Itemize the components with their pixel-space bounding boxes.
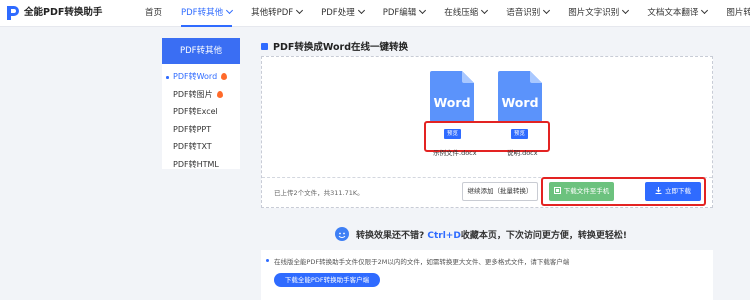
sidebar-item-label: PDF转Excel [173, 107, 218, 116]
brand-logo[interactable]: 全能PDF转换助手 [6, 5, 102, 21]
notice-text: 在线版全能PDF转换助手文件仅限于2M以内的文件，如需转换更大文件、更多格式文件… [274, 258, 570, 266]
nav-label: 图片文字识别 [568, 8, 620, 18]
upload-area: Word Word 预览 预览 示例文件.docx 说明.docx 已上传2个文… [261, 56, 713, 208]
sidebar-item-pdf-to-txt[interactable]: PDF转TXT [162, 138, 240, 156]
sidebar-item-pdf-to-ppt[interactable]: PDF转PPT [162, 121, 240, 139]
nav-label: 在线压缩 [444, 8, 479, 18]
hot-flame-icon [221, 73, 228, 80]
sidebar-item-pdf-to-image[interactable]: PDF转图片 [162, 86, 240, 104]
smile-icon [335, 227, 349, 241]
active-dot-icon [166, 76, 169, 79]
upload-stats: 已上传2个文件，共311.71K。 [274, 189, 364, 197]
sidebar-item-label: PDF转PPT [173, 124, 212, 134]
nav-item-image-convert[interactable]: 图片转换 [726, 0, 750, 27]
main-content: PDF转换成Word在线一键转换 Word Word 预览 预览 示例文件.do… [256, 37, 718, 300]
download-to-phone-button[interactable]: 下载文件至手机 [549, 182, 614, 201]
phone-icon [553, 187, 561, 194]
file-item: Word [430, 71, 478, 122]
nav-item-pdf-to-other[interactable]: PDF转其他 [181, 0, 234, 27]
word-icon-text: Word [433, 95, 471, 110]
sidebar-item-label: PDF转图片 [173, 89, 213, 99]
nav-label: 语音识别 [506, 8, 541, 18]
sidebar-item-label: PDF转TXT [173, 142, 212, 151]
pdf-logo-icon [6, 5, 20, 21]
button-label: 立即下载 [665, 187, 691, 195]
download-client-button[interactable]: 下载全能PDF转换助手客户端 [274, 273, 380, 287]
button-label: 下载文件至手机 [563, 187, 610, 195]
nav-item-compress[interactable]: 在线压缩 [444, 0, 489, 27]
word-file-icon: Word [430, 71, 474, 122]
sidebar-header: PDF转其他 [162, 38, 240, 64]
top-navbar: 全能PDF转换助手 首页 PDF转其他 其他转PDF PDF处理 PDF编辑 在… [0, 0, 750, 27]
preview-button[interactable]: 预览 [511, 129, 528, 139]
chevron-down-icon [296, 6, 304, 15]
nav-item-speech[interactable]: 语音识别 [506, 0, 551, 27]
file-item: Word [498, 71, 546, 122]
sidebar-item-pdf-to-html[interactable]: PDF转HTML [162, 156, 240, 174]
nav-item-translate[interactable]: 文档文本翻译 [647, 0, 709, 27]
section-title: PDF转换成Word在线一键转换 [261, 39, 408, 53]
bullet-dot-icon [266, 259, 269, 262]
main-nav: 首页 PDF转其他 其他转PDF PDF处理 PDF编辑 在线压缩 语音识别 图… [145, 0, 750, 27]
nav-label: 首页 [145, 8, 163, 18]
tip-shortcut: Ctrl+D [427, 231, 461, 241]
chevron-down-icon [419, 6, 427, 15]
download-now-button[interactable]: 立即下载 [645, 182, 701, 201]
nav-label: 图片转换 [726, 8, 750, 18]
nav-item-pdf-edit[interactable]: PDF编辑 [382, 0, 427, 27]
sidebar-item-label: PDF转HTML [173, 159, 219, 169]
hot-flame-icon [216, 90, 223, 98]
title-square-icon [261, 42, 268, 50]
brand-name: 全能PDF转换助手 [24, 7, 103, 18]
download-icon [655, 187, 662, 194]
bookmark-tip: 转换效果还不错? Ctrl+D收藏本页，下次访问更方便，转换更轻松! [356, 228, 627, 241]
word-file-icon: Word [498, 71, 542, 122]
nav-item-ocr[interactable]: 图片文字识别 [568, 0, 630, 27]
nav-label: PDF转其他 [181, 8, 224, 18]
chevron-down-icon [357, 6, 365, 15]
tip-suffix: 收藏本页，下次访问更方便，转换更轻松! [460, 231, 627, 241]
nav-item-home[interactable]: 首页 [145, 0, 162, 27]
file-name: 说明.docx [507, 149, 538, 157]
nav-item-other-to-pdf[interactable]: 其他转PDF [251, 0, 304, 27]
tip-prefix: 转换效果还不错? [356, 231, 425, 241]
nav-item-pdf-process[interactable]: PDF处理 [321, 0, 365, 27]
chevron-down-icon [543, 6, 551, 15]
sidebar-item-pdf-to-excel[interactable]: PDF转Excel [162, 103, 240, 121]
preview-button[interactable]: 预览 [444, 129, 461, 139]
client-notice: 在线版全能PDF转换助手文件仅限于2M以内的文件，如需转换更大文件、更多格式文件… [261, 250, 713, 300]
continue-add-button[interactable]: 继续添加（批量转换） [462, 182, 538, 201]
chevron-down-icon [226, 6, 234, 15]
sidebar-item-label: PDF转Word [173, 72, 218, 81]
nav-label: PDF处理 [321, 8, 355, 18]
chevron-down-icon [481, 6, 489, 15]
chevron-down-icon [622, 6, 630, 15]
nav-label: PDF编辑 [382, 8, 417, 18]
sidebar-item-pdf-to-word[interactable]: PDF转Word [162, 68, 240, 86]
word-icon-text: Word [501, 95, 539, 110]
nav-label: 其他转PDF [251, 8, 294, 18]
chevron-down-icon [701, 6, 709, 15]
file-name: 示例文件.docx [433, 149, 477, 157]
page-title: PDF转换成Word在线一键转换 [273, 42, 408, 53]
nav-label: 文档文本翻译 [647, 8, 699, 18]
sidebar: PDF转其他 PDF转Word PDF转图片 PDF转Excel PDF转PPT… [162, 38, 240, 169]
